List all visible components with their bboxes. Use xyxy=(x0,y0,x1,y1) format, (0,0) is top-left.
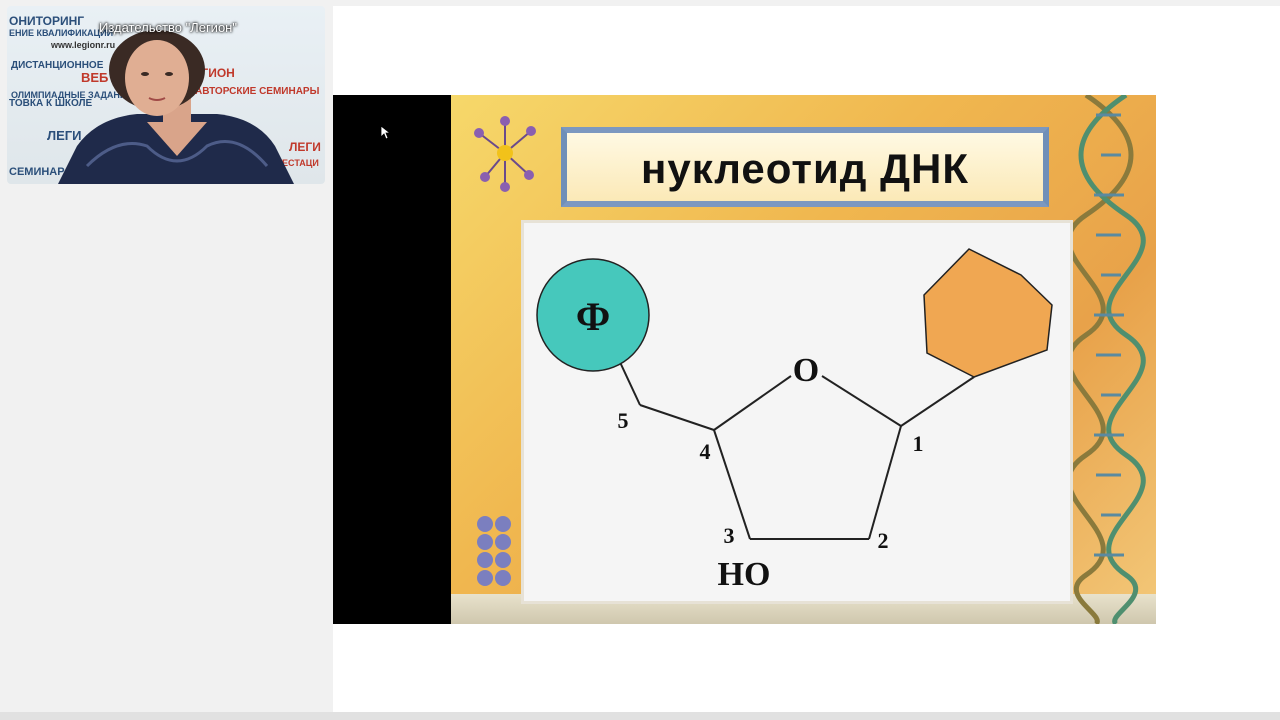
oxygen-label: О xyxy=(793,352,819,389)
atom-cluster-icon xyxy=(477,516,511,586)
video-sidebar: ОНИТОРИНГ ЕНИЕ КВАЛИФИКАЦИИ www.legionr.… xyxy=(0,0,331,712)
nucleotide-diagram: Ф О HO 1 2 3 4 5 xyxy=(521,220,1073,604)
slide-title-banner: нуклеотид ДНК xyxy=(561,127,1049,207)
main-content: нуклеотид ДНК Ф О HO 1 2 3 4 5 xyxy=(333,6,1280,712)
lecture-slide: нуклеотид ДНК Ф О HO 1 2 3 4 5 xyxy=(451,95,1156,624)
video-player[interactable]: нуклеотид ДНК Ф О HO 1 2 3 4 5 xyxy=(333,95,1156,624)
bottom-edge xyxy=(0,712,1280,720)
webcam-caption: Издательство "Легион" xyxy=(99,20,237,35)
carbon-3-label: 3 xyxy=(724,523,735,548)
nucleotide-structure: Ф О HO 1 2 3 4 5 xyxy=(536,248,1053,593)
hydroxyl-label: HO xyxy=(718,556,771,593)
webcam-feed[interactable]: ОНИТОРИНГ ЕНИЕ КВАЛИФИКАЦИИ www.legionr.… xyxy=(7,6,325,184)
mouse-cursor-icon xyxy=(381,126,391,140)
carbon-1-label: 1 xyxy=(913,431,924,456)
carbon-2-label: 2 xyxy=(878,528,889,553)
nitrogenous-base-heptagon xyxy=(923,248,1053,378)
carbon-4-label: 4 xyxy=(700,439,711,464)
carbon-5-label: 5 xyxy=(618,408,629,433)
presenter-figure xyxy=(58,30,294,184)
slide-title: нуклеотид ДНК xyxy=(641,145,969,192)
dna-helix-icon xyxy=(1066,95,1146,624)
phosphate-label: Ф xyxy=(576,294,610,339)
molecule-decoration-icon xyxy=(474,116,536,192)
